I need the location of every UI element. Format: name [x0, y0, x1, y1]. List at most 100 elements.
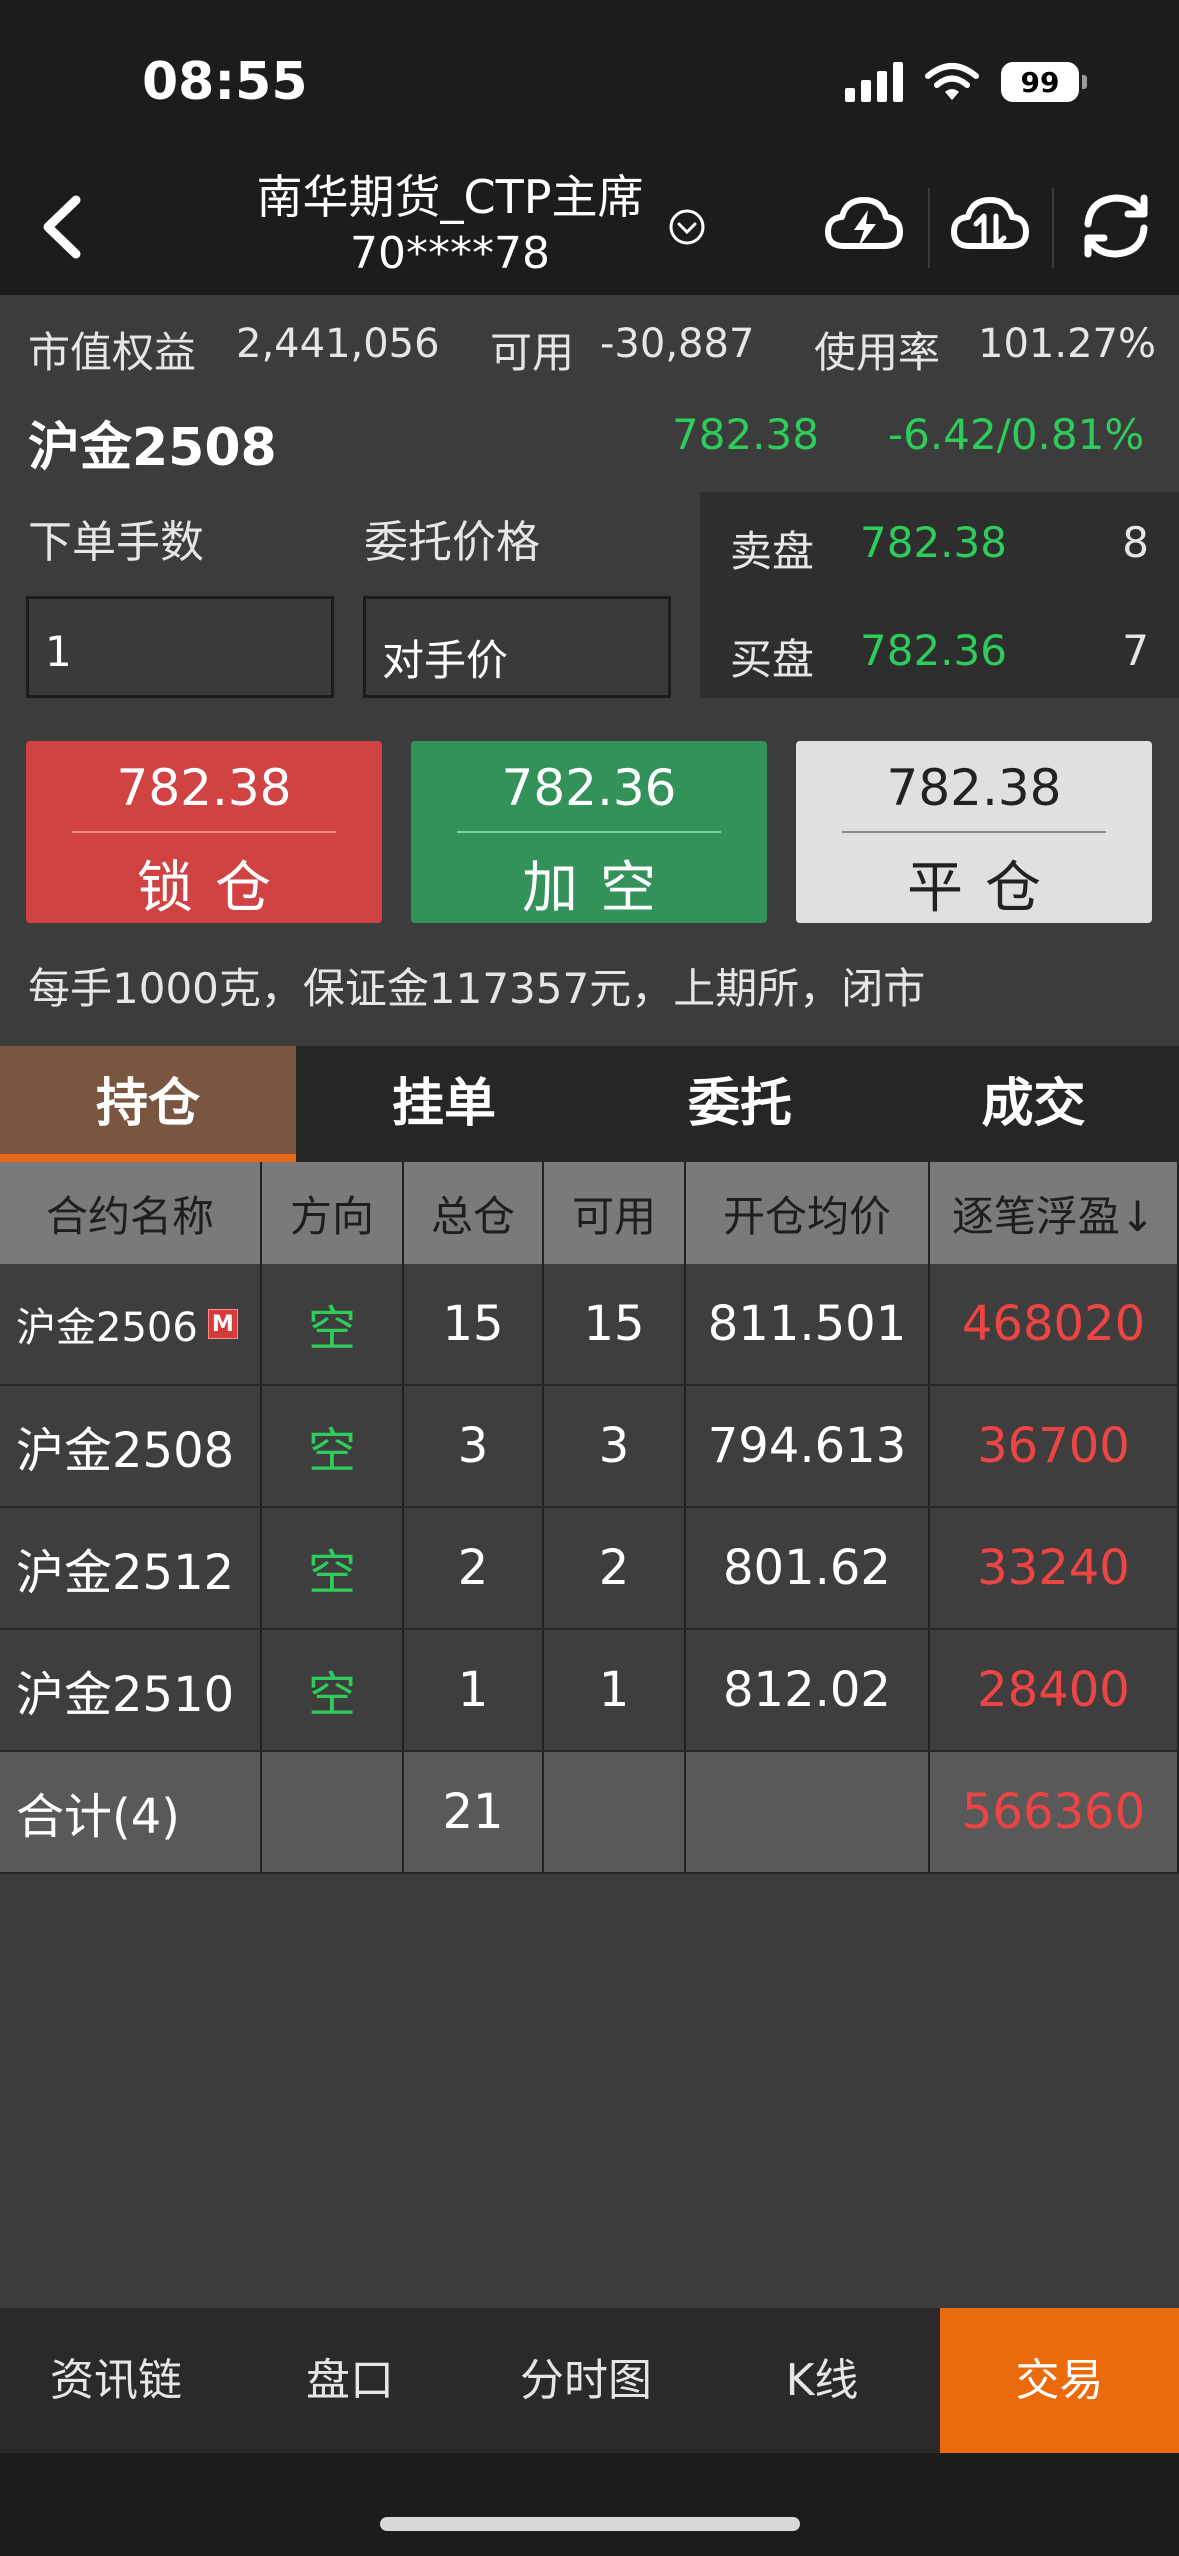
bid-price: 782.36	[860, 626, 1007, 675]
order-book: 卖盘 782.38 8 买盘 782.36 7	[700, 492, 1179, 698]
price-type-input[interactable]: 对手价	[363, 596, 671, 698]
broker-title[interactable]: 南华期货_CTP主席	[230, 168, 670, 226]
tab-pending[interactable]: 挂单	[296, 1046, 592, 1162]
wifi-icon	[925, 63, 979, 100]
bid-label: 买盘	[730, 635, 815, 684]
row-avg-price: 801.62	[686, 1508, 930, 1628]
lock-price: 782.38	[116, 759, 292, 817]
row-total: 15	[404, 1264, 544, 1384]
table-header: 合约名称 方向 总仓 可用 开仓均价 逐笔浮盈↓	[0, 1162, 1179, 1264]
battery-icon: 99	[1001, 62, 1087, 102]
row-available: 1	[544, 1630, 686, 1750]
table-total-row: 合计(4) 21 566360	[0, 1752, 1179, 1874]
chevron-down-icon[interactable]	[668, 208, 706, 246]
ask-price: 782.38	[860, 518, 1007, 567]
refresh-icon[interactable]	[1074, 190, 1158, 262]
instrument-change: -6.42/0.81%	[888, 410, 1145, 459]
table-row[interactable]: 沪金2512 空 2 2 801.62 33240	[0, 1508, 1179, 1630]
add-short-price: 782.36	[501, 759, 677, 817]
nav-news[interactable]: 资讯链	[0, 2308, 232, 2453]
contract-note: 每手1000克，保证金117357元，上期所，闭市	[28, 964, 926, 1013]
row-contract: 沪金2506 M	[0, 1264, 262, 1384]
ask-qty: 8	[1122, 518, 1149, 567]
nav-orderbook[interactable]: 盘口	[232, 2308, 468, 2453]
close-position-button[interactable]: 782.38 平仓	[796, 741, 1152, 923]
tab-positions[interactable]: 持仓	[0, 1046, 296, 1162]
instrument-name[interactable]: 沪金2508	[28, 405, 277, 480]
add-short-label: 加空	[522, 856, 678, 921]
account-summary: 市值权益 2,441,056 可用 -30,887 使用率 101.27%	[0, 295, 1179, 395]
nav-timeshare[interactable]: 分时图	[468, 2308, 704, 2453]
row-pnl: 468020	[930, 1264, 1179, 1384]
status-bar: 08:55 99	[0, 0, 1179, 160]
total-avg-price	[686, 1752, 930, 1872]
position-tabs: 持仓 挂单 委托 成交	[0, 1046, 1179, 1162]
row-pnl: 36700	[930, 1386, 1179, 1506]
button-divider	[457, 831, 721, 833]
row-direction: 空	[262, 1630, 404, 1750]
col-contract[interactable]: 合约名称	[0, 1162, 262, 1264]
cloud-flash-icon[interactable]	[822, 190, 906, 262]
nav-trade[interactable]: 交易	[940, 2308, 1179, 2453]
nav-kline[interactable]: K线	[704, 2308, 940, 2453]
tab-trades[interactable]: 成交	[888, 1046, 1179, 1162]
button-divider	[842, 831, 1106, 833]
row-avg-price: 794.613	[686, 1386, 930, 1506]
quantity-input[interactable]: 1	[26, 596, 334, 698]
close-label: 平仓	[907, 856, 1063, 921]
row-contract: 沪金2508	[0, 1386, 262, 1506]
home-indicator[interactable]	[380, 2517, 800, 2531]
account-number: 70****78	[350, 228, 550, 279]
row-available: 15	[544, 1264, 686, 1384]
cloud-sync-icon[interactable]	[948, 190, 1032, 262]
tab-orders[interactable]: 委托	[592, 1046, 888, 1162]
total-label: 合计(4)	[0, 1752, 262, 1872]
col-available[interactable]: 可用	[544, 1162, 686, 1264]
nav-separator	[1052, 188, 1054, 268]
add-short-button[interactable]: 782.36 加空	[411, 741, 767, 923]
lock-position-button[interactable]: 782.38 锁仓	[26, 741, 382, 923]
total-positions: 21	[404, 1752, 544, 1872]
row-direction: 空	[262, 1264, 404, 1384]
bid-row[interactable]: 买盘 782.36 7	[700, 604, 1179, 704]
equity-value: 2,441,056	[236, 321, 440, 367]
ask-label: 卖盘	[730, 527, 815, 576]
available-label: 可用	[490, 328, 575, 377]
qty-label: 下单手数	[28, 517, 204, 568]
row-contract: 沪金2510	[0, 1630, 262, 1750]
contract-name: 沪金2506	[16, 1305, 198, 1351]
main-contract-badge: M	[207, 1309, 238, 1339]
status-time: 08:55	[142, 52, 308, 112]
row-avg-price: 811.501	[686, 1264, 930, 1384]
home-area	[0, 2453, 1179, 2556]
table-row[interactable]: 沪金2508 空 3 3 794.613 36700	[0, 1386, 1179, 1508]
row-pnl: 33240	[930, 1508, 1179, 1628]
table-row[interactable]: 沪金2506 M 空 15 15 811.501 468020	[0, 1264, 1179, 1386]
back-arrow-icon[interactable]	[28, 192, 98, 262]
col-total[interactable]: 总仓	[404, 1162, 544, 1264]
battery-level: 99	[1020, 65, 1060, 99]
nav-bar: 南华期货_CTP主席 70****78	[0, 160, 1179, 295]
table-row[interactable]: 沪金2510 空 1 1 812.02 28400	[0, 1630, 1179, 1752]
instrument-price: 782.38	[672, 410, 819, 459]
price-type-label: 委托价格	[364, 517, 540, 568]
bid-qty: 7	[1122, 626, 1149, 675]
ask-row[interactable]: 卖盘 782.38 8	[700, 496, 1179, 596]
close-price: 782.38	[886, 759, 1062, 817]
usage-label: 使用率	[814, 328, 941, 377]
row-pnl: 28400	[930, 1630, 1179, 1750]
row-total: 2	[404, 1508, 544, 1628]
available-value: -30,887	[600, 321, 755, 367]
col-direction[interactable]: 方向	[262, 1162, 404, 1264]
col-pnl[interactable]: 逐笔浮盈↓	[930, 1162, 1179, 1264]
button-divider	[72, 831, 336, 833]
row-available: 3	[544, 1386, 686, 1506]
status-icons: 99	[845, 62, 1087, 102]
row-total: 1	[404, 1630, 544, 1750]
signal-icon	[845, 62, 903, 102]
bottom-nav: 资讯链 盘口 分时图 K线 交易	[0, 2308, 1179, 2453]
col-avg-price[interactable]: 开仓均价	[686, 1162, 930, 1264]
row-total: 3	[404, 1386, 544, 1506]
row-available: 2	[544, 1508, 686, 1628]
row-avg-price: 812.02	[686, 1630, 930, 1750]
